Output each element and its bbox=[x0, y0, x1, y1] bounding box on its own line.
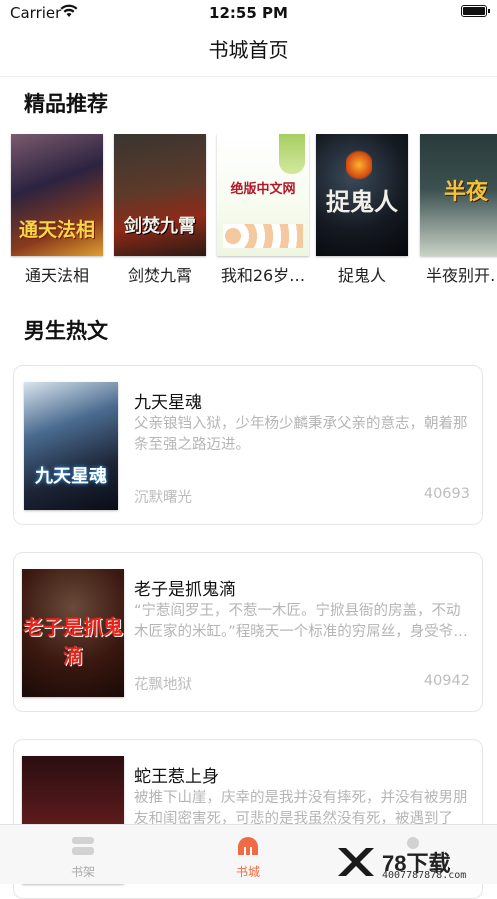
book-description: “宁惹阎罗王，不惹一木匠。宁掀县衙的房盖，不动木匠家的米缸。”程晓天一个标准的穷… bbox=[134, 603, 468, 640]
book-word-count: 40942 bbox=[423, 673, 470, 689]
book-title: 老子是抓鬼滴 bbox=[134, 580, 236, 600]
book-title: 蛇王惹上身 bbox=[134, 767, 219, 787]
section-title-hot: 男生热文 bbox=[24, 319, 108, 343]
book-cover: 半夜 bbox=[420, 134, 497, 256]
book-word-count: 40693 bbox=[423, 486, 470, 502]
featured-book[interactable]: 绝版中文网 我和26岁… bbox=[217, 134, 309, 284]
featured-book[interactable]: 捉鬼人 捉鬼人 bbox=[316, 134, 408, 284]
page-title: 书城首页 bbox=[208, 38, 289, 62]
book-title: 九天星魂 bbox=[134, 393, 202, 413]
featured-book-title: 半夜别开… bbox=[425, 266, 497, 284]
watermark-url: 4007787878.com bbox=[382, 870, 467, 881]
featured-book-title: 通天法相 bbox=[24, 266, 89, 284]
status-bar: Carrier 12:55 PM bbox=[0, 0, 497, 26]
featured-book[interactable]: 剑焚九霄 剑焚九霄 bbox=[114, 134, 206, 284]
book-card[interactable]: 九天星魂 九天星魂 父亲锒铛入狱，少年杨少麟秉承父亲的意志，朝着那条至强之路迈进… bbox=[13, 365, 483, 525]
book-author: 沉默曙光 bbox=[134, 490, 192, 506]
tab-bookshelf[interactable]: 书架 bbox=[23, 825, 143, 884]
book-cover: 绝版中文网 bbox=[217, 134, 309, 256]
watermark-logo: 78下载 4007787878.com bbox=[330, 838, 495, 883]
nav-bar: 书城首页 bbox=[0, 26, 497, 77]
tab-bookstore[interactable]: 书城 bbox=[188, 825, 308, 884]
section-title-featured: 精品推荐 bbox=[24, 92, 108, 116]
book-card[interactable]: 老子是抓鬼滴 老子是抓鬼滴 “宁惹阎罗王，不惹一木匠。宁掀县衙的房盖，不动木匠家… bbox=[13, 552, 483, 712]
book-author: 花飘地狱 bbox=[134, 677, 192, 693]
book-description: 父亲锒铛入狱，少年杨少麟秉承父亲的意志，朝着那条至强之路迈进。 bbox=[134, 416, 468, 453]
clock: 12:55 PM bbox=[209, 4, 288, 22]
featured-book-title: 我和26岁… bbox=[220, 266, 306, 284]
bookshelf-icon bbox=[72, 837, 94, 855]
book-cover: 剑焚九霄 bbox=[114, 134, 206, 256]
book-cover: 老子是抓鬼滴 bbox=[22, 569, 124, 697]
book-cover: 捉鬼人 bbox=[316, 134, 408, 256]
featured-book[interactable]: 通天法相 通天法相 bbox=[11, 134, 103, 284]
watermark-icon bbox=[338, 848, 374, 876]
featured-book-title: 捉鬼人 bbox=[337, 266, 386, 284]
battery-icon bbox=[461, 5, 490, 17]
bookstore-icon bbox=[238, 837, 258, 855]
featured-book[interactable]: 半夜 半夜别开… bbox=[420, 134, 497, 284]
tab-label: 书城 bbox=[235, 865, 260, 879]
featured-book-title: 剑焚九霄 bbox=[127, 266, 192, 284]
book-cover: 通天法相 bbox=[11, 134, 103, 256]
featured-carousel[interactable]: 通天法相 通天法相 剑焚九霄 剑焚九霄 绝版中文网 我和26岁… 捉鬼人 捉鬼人… bbox=[0, 134, 497, 284]
tab-label: 书架 bbox=[70, 865, 95, 879]
book-cover: 九天星魂 bbox=[24, 382, 118, 510]
